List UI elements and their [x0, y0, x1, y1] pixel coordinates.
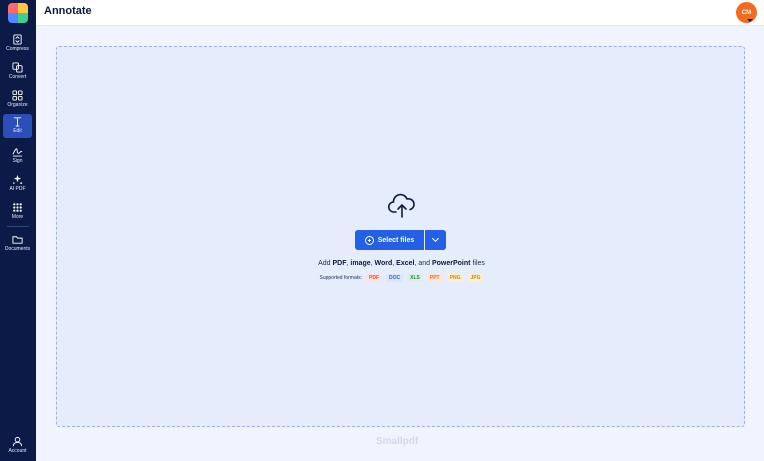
sidebar-item-organize[interactable]: Organize — [3, 88, 32, 112]
chevron-down-icon — [431, 234, 440, 243]
grid-icon — [13, 203, 22, 212]
cloud-upload-icon — [387, 193, 415, 218]
chevron-down-icon — [747, 19, 753, 22]
sidebar-item-label: Convert — [8, 74, 27, 80]
format-badge-jpg: JPG — [467, 274, 484, 282]
format-badge-xls: XLS — [407, 274, 423, 282]
sidebar: Compress Convert Organize Edit Sign AI P… — [0, 0, 36, 461]
sidebar-item-label: Sign — [12, 158, 23, 164]
sidebar-item-sign[interactable]: Sign — [3, 144, 32, 168]
smallpdf-watermark: Smallpdf — [376, 436, 419, 447]
folder-icon — [12, 236, 23, 244]
page-title: Annotate — [44, 5, 92, 17]
sidebar-item-documents[interactable]: Documents — [3, 232, 32, 256]
sidebar-item-label: Documents — [4, 246, 31, 252]
signature-icon — [12, 148, 23, 157]
select-files-group: Select files — [355, 230, 446, 250]
file-dropzone[interactable]: Select files Add PDF, image, Word, Excel… — [56, 46, 745, 427]
sidebar-item-label: AI PDF — [9, 186, 26, 192]
sidebar-item-label: Account — [8, 448, 27, 454]
format-badge-ppt: PPT — [426, 274, 443, 282]
avatar[interactable]: CM — [736, 2, 757, 23]
supported-types-text: Add PDF, image, Word, Excel, and PowerPo… — [318, 260, 485, 267]
sidebar-item-convert[interactable]: Convert — [3, 60, 32, 84]
avatar-initials: CM — [741, 9, 752, 16]
select-files-label: Select files — [377, 236, 415, 244]
sidebar-item-label: Edit — [13, 128, 22, 134]
format-badge-png: PNG — [446, 274, 464, 282]
user-icon — [12, 436, 23, 447]
sidebar-item-label: Organize — [7, 102, 28, 108]
sidebar-item-label: Compress — [6, 46, 29, 52]
top-bar: Annotate CM — [36, 0, 764, 26]
sidebar-divider — [7, 226, 29, 227]
smallpdf-logo[interactable] — [8, 3, 28, 23]
sidebar-item-label: More — [11, 214, 24, 220]
select-source-dropdown[interactable] — [425, 230, 446, 250]
sidebar-item-edit[interactable]: Edit — [3, 114, 32, 138]
organize-icon — [12, 90, 23, 101]
sidebar-item-ai-pdf[interactable]: AI PDF — [3, 172, 32, 196]
compress-icon — [13, 34, 22, 45]
sidebar-item-account[interactable]: Account — [3, 434, 32, 458]
supported-formats: Supported formats: PDF DOC XLS PPT PNG J… — [57, 274, 746, 282]
sidebar-item-compress[interactable]: Compress — [3, 32, 32, 56]
format-badge-doc: DOC — [386, 274, 404, 282]
formats-label: Supported formats: — [319, 275, 363, 281]
sparkle-icon — [13, 174, 23, 185]
sidebar-item-more[interactable]: More — [3, 200, 32, 224]
text-edit-icon — [13, 117, 22, 127]
convert-icon — [12, 62, 23, 73]
plus-circle-icon — [364, 235, 374, 245]
select-files-button[interactable]: Select files — [355, 230, 424, 250]
format-badge-pdf: PDF — [366, 274, 383, 282]
